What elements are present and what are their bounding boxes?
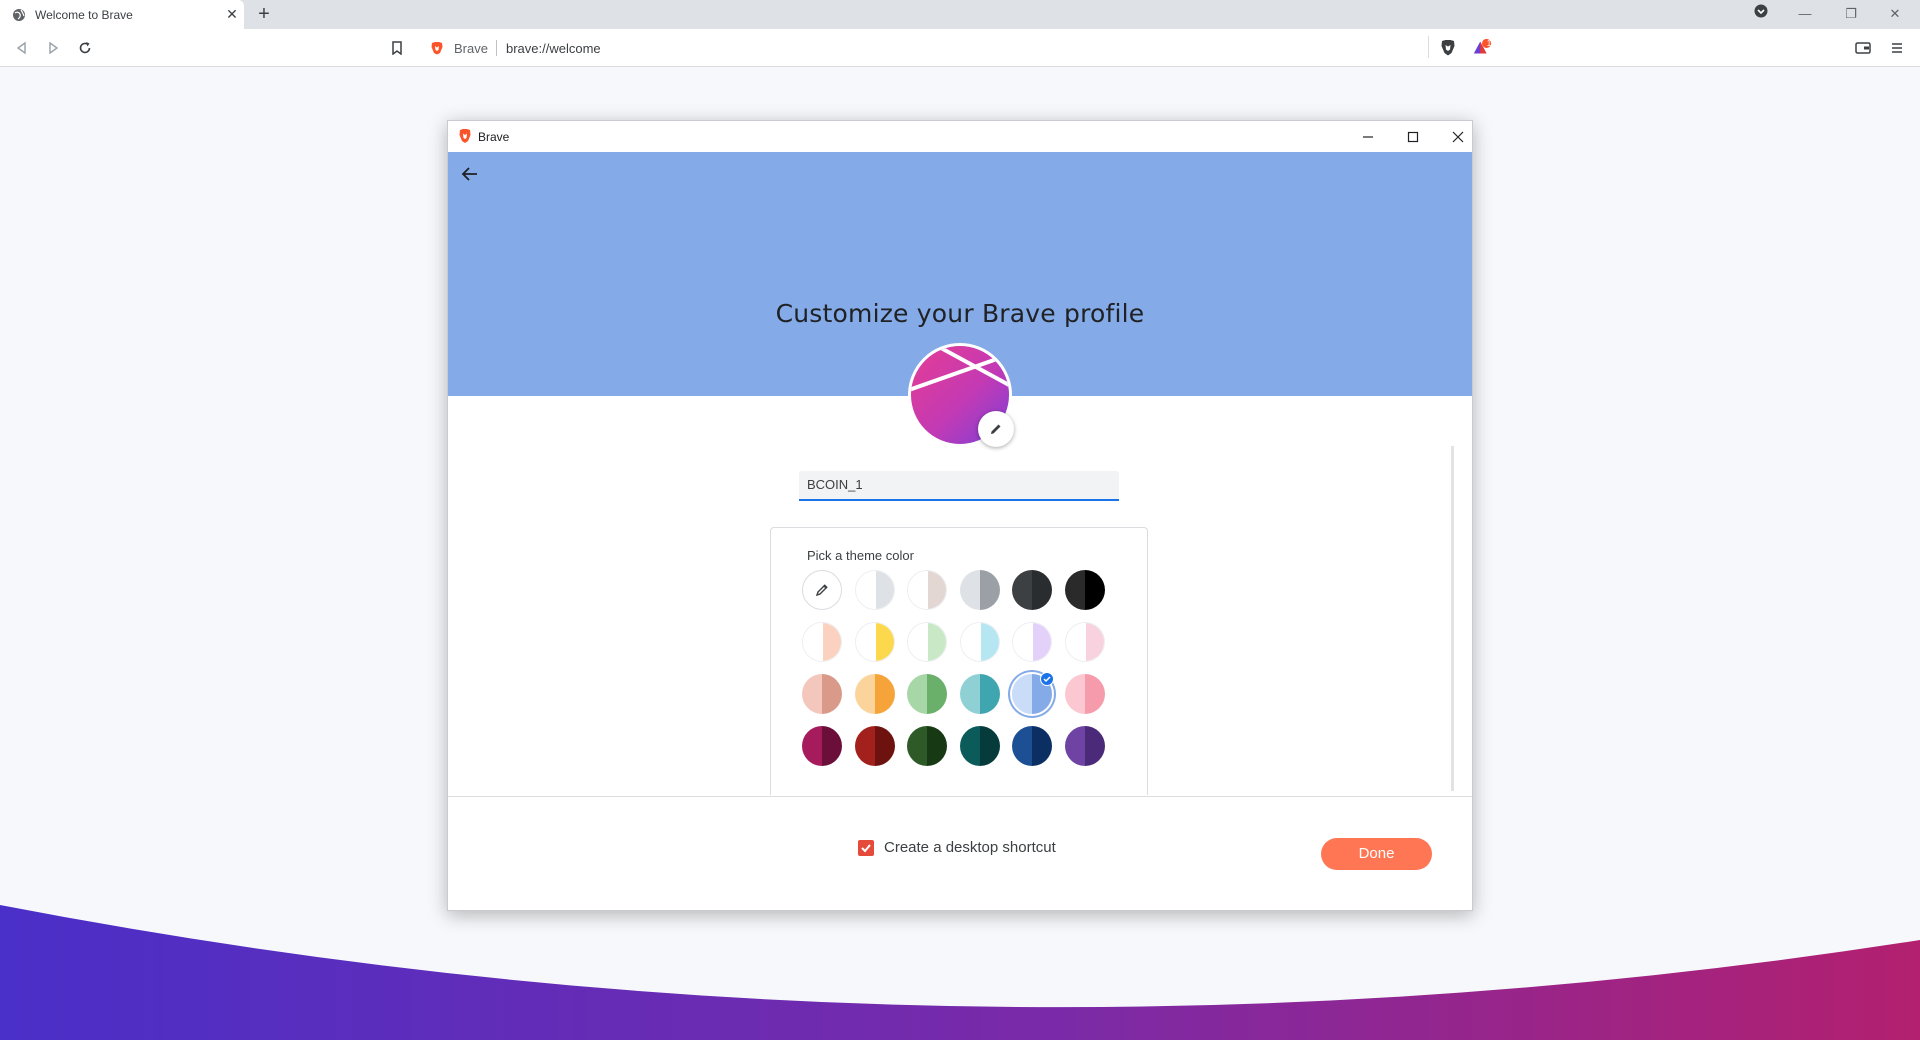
theme-swatch[interactable]: [1012, 570, 1052, 610]
toolbar-divider: [1428, 36, 1429, 58]
theme-swatch[interactable]: [959, 622, 1000, 662]
theme-swatch[interactable]: [1064, 570, 1105, 610]
checkmark-icon: [861, 843, 871, 852]
pencil-icon: [991, 424, 1001, 434]
brave-shields-icon[interactable]: [1438, 38, 1458, 58]
url-text[interactable]: brave://welcome: [506, 41, 601, 56]
theme-swatch[interactable]: [959, 570, 1000, 610]
dialog-window-title: Brave: [478, 130, 510, 144]
theme-swatch[interactable]: [854, 674, 895, 714]
custom-color-picker[interactable]: [802, 570, 842, 610]
theme-swatch[interactable]: [907, 726, 947, 766]
back-icon[interactable]: [12, 38, 32, 58]
theme-swatch[interactable]: [907, 570, 947, 610]
window-close-icon[interactable]: ✕: [1885, 4, 1905, 24]
forward-icon[interactable]: [43, 38, 63, 58]
reload-icon[interactable]: [75, 38, 95, 58]
rewards-badge: 1: [1486, 39, 1492, 48]
brave-lion-icon: [431, 42, 443, 55]
theme-swatch[interactable]: [907, 622, 947, 662]
theme-swatch[interactable]: [802, 726, 842, 766]
selected-check-icon: [1040, 672, 1054, 686]
dialog-titlebar: Brave: [448, 121, 1472, 152]
dialog-maximize-icon[interactable]: [1403, 127, 1423, 147]
restore-icon[interactable]: ❐: [1841, 4, 1861, 24]
theme-swatch[interactable]: [802, 674, 842, 714]
done-button[interactable]: Done: [1321, 838, 1432, 870]
address-bar[interactable]: Brave brave://welcome: [422, 35, 1497, 61]
site-name: Brave: [454, 41, 488, 56]
theme-swatch[interactable]: [1064, 622, 1105, 662]
theme-swatch[interactable]: [1064, 674, 1105, 714]
wallet-icon[interactable]: [1853, 38, 1873, 58]
brave-lion-icon: [459, 129, 471, 143]
bookmark-icon[interactable]: [387, 38, 407, 58]
back-arrow-icon[interactable]: [460, 164, 480, 184]
scrollbar[interactable]: [1451, 446, 1454, 791]
theme-color-panel: Pick a theme color: [770, 527, 1148, 795]
theme-swatch[interactable]: [1064, 726, 1105, 766]
desktop-shortcut-option[interactable]: Create a desktop shortcut: [858, 839, 1056, 856]
omnibox-separator: [496, 40, 497, 56]
toolbar: Brave brave://welcome 1: [0, 29, 1920, 67]
footer-divider: [448, 796, 1472, 797]
edit-avatar-button[interactable]: [978, 411, 1014, 447]
theme-swatch[interactable]: [1012, 726, 1052, 766]
dialog-minimize-icon[interactable]: [1358, 127, 1378, 147]
profile-dialog: Brave Customize your Brave profile BCOIN…: [447, 120, 1473, 911]
theme-swatch[interactable]: [854, 622, 895, 662]
theme-swatch[interactable]: [959, 674, 1000, 714]
tab-strip: Welcome to Brave ✕ + — ❐ ✕: [0, 0, 1920, 29]
new-tab-button[interactable]: +: [254, 4, 274, 24]
profile-name-input[interactable]: BCOIN_1: [799, 471, 1119, 501]
tab-welcome[interactable]: Welcome to Brave ✕: [0, 0, 244, 29]
tab-search-icon[interactable]: [1751, 4, 1771, 24]
menu-icon[interactable]: [1887, 38, 1907, 58]
theme-swatch[interactable]: [959, 726, 1000, 766]
theme-swatch[interactable]: [907, 674, 947, 714]
globe-icon: [13, 9, 25, 21]
theme-swatch[interactable]: [802, 622, 842, 662]
desktop-shortcut-checkbox[interactable]: [858, 839, 874, 856]
theme-swatch[interactable]: [854, 570, 895, 610]
theme-swatch[interactable]: [1012, 622, 1052, 662]
eyedropper-icon: [815, 584, 828, 597]
desktop-shortcut-label: Create a desktop shortcut: [884, 839, 1056, 856]
tab-title: Welcome to Brave: [35, 8, 133, 22]
theme-color-label: Pick a theme color: [807, 548, 914, 563]
brave-rewards-icon[interactable]: 1: [1472, 38, 1492, 58]
dialog-close-icon[interactable]: [1448, 127, 1468, 147]
tab-close-icon[interactable]: ✕: [224, 6, 240, 22]
theme-swatch[interactable]: [854, 726, 895, 766]
page-title: Customize your Brave profile: [775, 299, 1145, 328]
minimize-icon[interactable]: —: [1795, 4, 1815, 24]
